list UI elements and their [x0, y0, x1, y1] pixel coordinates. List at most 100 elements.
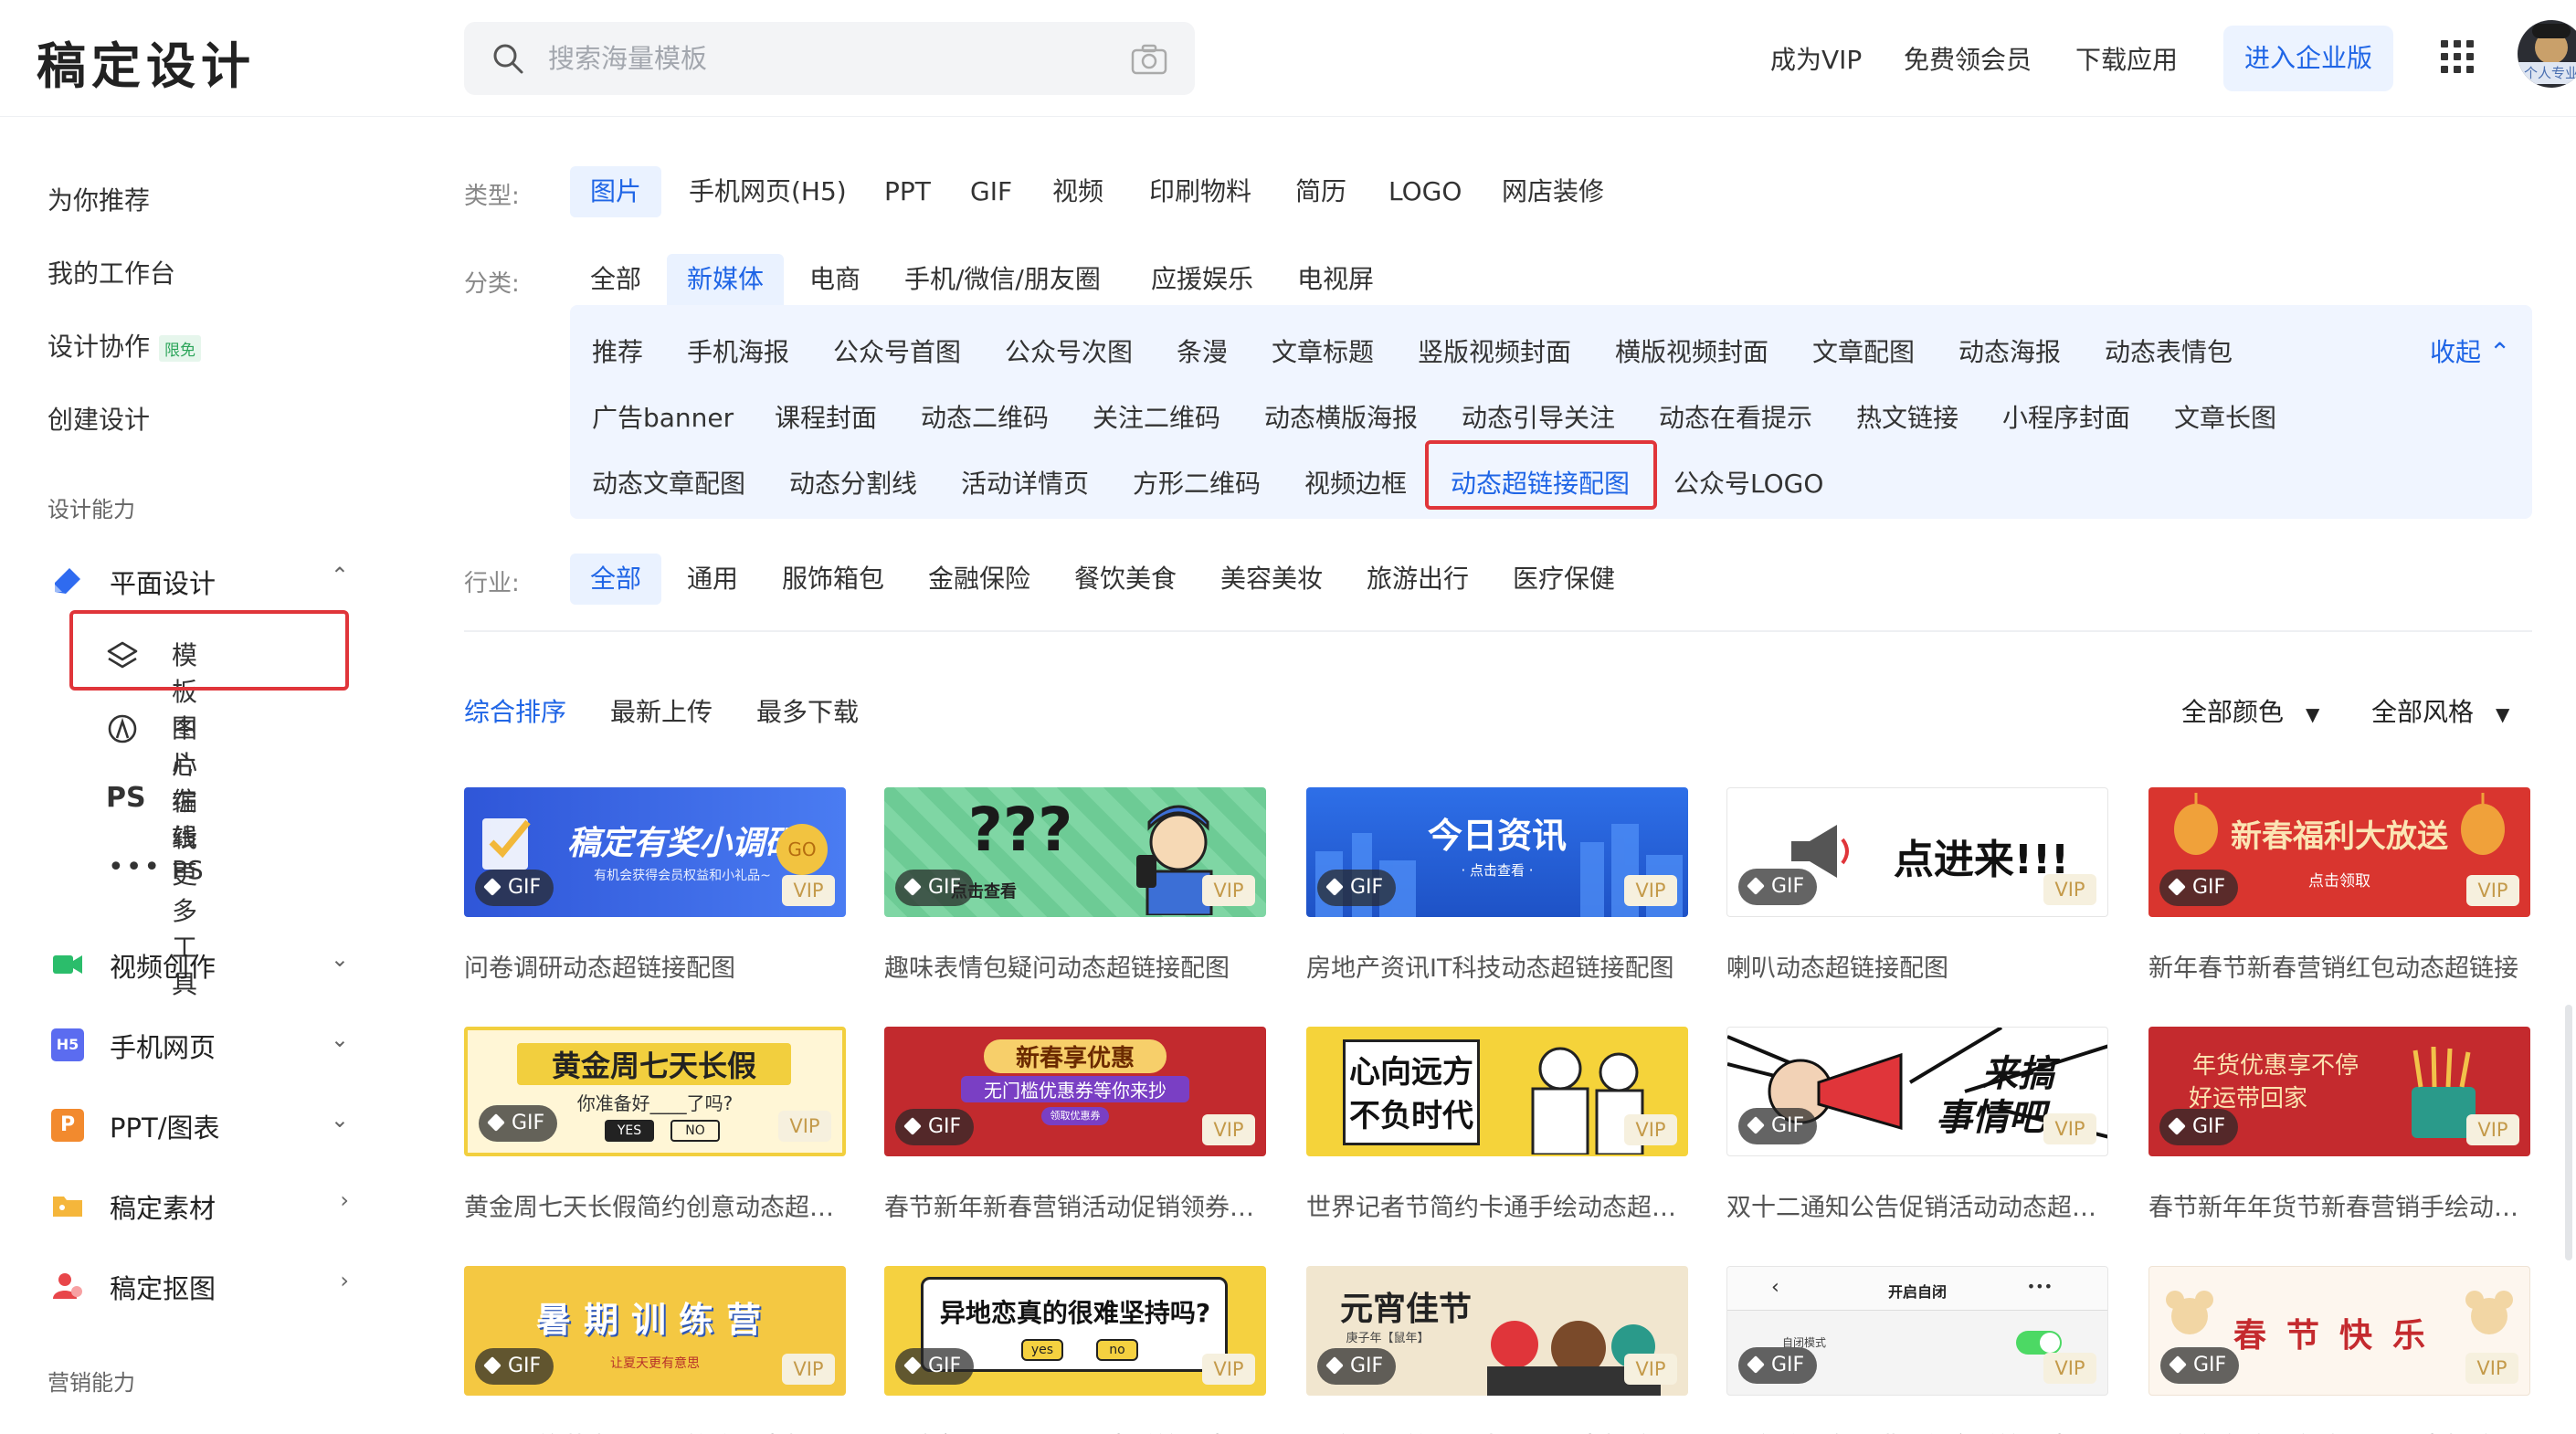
- subcat-item[interactable]: 动态分割线: [789, 464, 917, 501]
- template-card[interactable]: 心向远方 不负时代 GIF VIP 世界记者节简约卡通手绘动态超链接配图: [1306, 1027, 1699, 1222]
- template-card[interactable]: 新春福利大放送 点击领取 GIF VIP 新年春节新春营销红包动态超链接: [2148, 787, 2530, 983]
- subcat-item[interactable]: 课程封面: [775, 398, 877, 435]
- free-membership-link[interactable]: 免费领会员: [1904, 40, 2032, 77]
- sort-comprehensive[interactable]: 综合排序: [464, 692, 566, 729]
- template-card[interactable]: ??? 点击查看 GIF VIP 趣味表情包疑问动态超链接配图: [884, 787, 1266, 983]
- template-title[interactable]: 开启关闭自闭模式创意手绘动态超链接配图: [1726, 1427, 2119, 1434]
- type-chip-image[interactable]: 图片: [570, 166, 662, 217]
- group-ppt[interactable]: P PPT/图表 ⌄: [48, 1103, 349, 1149]
- search-input[interactable]: [548, 22, 1096, 95]
- template-thumbnail[interactable]: ‹ 开启自闭 ••• 自闭模式 GIF VIP: [1726, 1266, 2108, 1396]
- subcat-item[interactable]: 公众号次图: [1005, 332, 1133, 369]
- subcat-item[interactable]: 视频边框: [1304, 464, 1407, 501]
- subcat-item[interactable]: 关注二维码: [1093, 398, 1220, 435]
- template-thumbnail[interactable]: 异地恋真的很难坚持吗? yes no GIF VIP: [884, 1266, 1266, 1396]
- template-thumbnail[interactable]: 心向远方 不负时代 GIF VIP: [1306, 1027, 1688, 1156]
- template-title[interactable]: 趣味表情包疑问动态超链接配图: [884, 948, 1277, 984]
- template-thumbnail[interactable]: 年货优惠享不停 好运带回家 GIF VIP: [2148, 1027, 2530, 1156]
- industry-chip-all[interactable]: 全部: [570, 554, 662, 605]
- template-title[interactable]: 世界记者节简约卡通手绘动态超链接配图: [1306, 1187, 1699, 1223]
- subcat-item[interactable]: 活动详情页: [961, 464, 1089, 501]
- template-thumbnail[interactable]: 黄金周七天长假 你准备好____了吗? YES NO GIF VIP: [464, 1027, 846, 1156]
- subcat-item[interactable]: 动态表情包: [2105, 332, 2233, 369]
- sidebar-item-workspace[interactable]: 我的工作台: [48, 254, 175, 290]
- template-card[interactable]: 来搞 事情吧 GIF VIP 双十二通知公告促销活动动态超链接配图: [1726, 1027, 2119, 1222]
- subcat-item[interactable]: 文章标题: [1272, 332, 1374, 369]
- subcat-item[interactable]: 动态横版海报: [1264, 398, 1418, 435]
- subcat-item[interactable]: 竖版视频封面: [1418, 332, 1571, 369]
- template-card[interactable]: 元宵佳节 庚子年【鼠年】 GIF VIP 元宵节传统习俗中国风动态超链接配图: [1306, 1266, 1699, 1434]
- template-card[interactable]: 新春享优惠 无门槛优惠券等你来抄 领取优惠券 GIF VIP 春节新年新春营销活…: [884, 1027, 1277, 1222]
- template-thumbnail[interactable]: ??? 点击查看 GIF VIP: [884, 787, 1266, 917]
- template-thumbnail[interactable]: 稿定有奖小调研 有机会获得会员权益和小礼品~ GO GIF VIP: [464, 787, 846, 917]
- template-title[interactable]: 元宵节传统习俗中国风动态超链接配图: [1306, 1427, 1699, 1434]
- template-thumbnail[interactable]: 来搞 事情吧 GIF VIP: [1726, 1027, 2108, 1156]
- avatar[interactable]: 个人专业: [2518, 20, 2576, 88]
- industry-chip[interactable]: 通用: [667, 554, 758, 605]
- template-title[interactable]: 新年春节新春营销红包动态超链接: [2148, 948, 2541, 984]
- subcat-item[interactable]: 文章长图: [2174, 398, 2276, 435]
- group-graphic-design[interactable]: 平面设计 ⌃: [48, 559, 349, 605]
- industry-chip[interactable]: 服饰箱包: [762, 554, 904, 605]
- template-thumbnail[interactable]: 春节快乐 GIF VIP: [2148, 1266, 2530, 1396]
- template-thumbnail[interactable]: 暑期训练营 让夏天更有意思 GIF VIP: [464, 1266, 846, 1396]
- industry-chip[interactable]: 旅游出行: [1346, 554, 1489, 605]
- template-title[interactable]: 鼠年新年春节新春祝福动态超链接配图: [2148, 1427, 2541, 1434]
- page-scrollbar[interactable]: [2565, 1005, 2572, 1260]
- subcat-item[interactable]: 小程序封面: [2002, 398, 2130, 435]
- template-thumbnail[interactable]: 新春享优惠 无门槛优惠券等你来抄 领取优惠券 GIF VIP: [884, 1027, 1266, 1156]
- category-chip-mobile[interactable]: 手机/微信/朋友圈: [884, 254, 1121, 305]
- industry-chip[interactable]: 医疗保健: [1493, 554, 1635, 605]
- template-thumbnail[interactable]: 新春福利大放送 点击领取 GIF VIP: [2148, 787, 2530, 917]
- brand-logo[interactable]: 稿定设计: [37, 26, 256, 98]
- subcat-item[interactable]: 文章配图: [1812, 332, 1915, 369]
- category-chip-ecommerce[interactable]: 电商: [789, 254, 881, 305]
- template-card[interactable]: 异地恋真的很难坚持吗? yes no GIF VIP 异地恋话题公众号动态手绘动…: [884, 1266, 1277, 1434]
- template-card[interactable]: 暑期训练营 让夏天更有意思 GIF VIP 暑期训练营卡通可爱简约动态超链接配图: [464, 1266, 857, 1434]
- type-chip-gif[interactable]: GIF: [950, 166, 1032, 217]
- industry-chip[interactable]: 美容美妆: [1200, 554, 1343, 605]
- template-card[interactable]: 今日资讯 · 点击查看 · GIF VIP 房地产资讯IT科技动态超链接配图: [1306, 787, 1688, 983]
- template-title[interactable]: 房地产资讯IT科技动态超链接配图: [1306, 948, 1699, 984]
- group-cutout[interactable]: 稿定抠图 ›: [48, 1264, 349, 1310]
- subcat-item[interactable]: 方形二维码: [1133, 464, 1261, 501]
- template-card[interactable]: 点进来!!! GIF VIP 喇叭动态超链接配图: [1726, 787, 2108, 983]
- template-thumbnail[interactable]: 今日资讯 · 点击查看 · GIF VIP: [1306, 787, 1688, 917]
- type-chip-shop[interactable]: 网店装修: [1482, 166, 1624, 217]
- sort-newest[interactable]: 最新上传: [610, 692, 713, 729]
- template-title[interactable]: 问卷调研动态超链接配图: [464, 948, 857, 984]
- subcat-item[interactable]: 动态海报: [1958, 332, 2061, 369]
- template-card[interactable]: 春节快乐 GIF VIP 鼠年新年春节新春祝福动态超链接配图: [2148, 1266, 2541, 1434]
- category-chip-all[interactable]: 全部: [570, 254, 661, 305]
- search-bar[interactable]: [464, 22, 1195, 95]
- template-thumbnail[interactable]: 元宵佳节 庚子年【鼠年】 GIF VIP: [1306, 1266, 1688, 1396]
- subcat-item[interactable]: 横版视频封面: [1615, 332, 1768, 369]
- category-chip-fandom[interactable]: 应援娱乐: [1131, 254, 1273, 305]
- type-chip-resume[interactable]: 简历: [1275, 166, 1367, 217]
- apps-grid-icon[interactable]: [2441, 40, 2474, 73]
- sidebar-item-create[interactable]: 创建设计: [48, 400, 150, 437]
- download-app-link[interactable]: 下载应用: [2075, 40, 2178, 77]
- industry-chip[interactable]: 餐饮美食: [1054, 554, 1197, 605]
- group-h5[interactable]: H5 手机网页 ⌄: [48, 1023, 349, 1069]
- type-chip-ppt[interactable]: PPT: [864, 166, 951, 217]
- subcat-item[interactable]: 动态引导关注: [1462, 398, 1615, 435]
- template-title[interactable]: 喇叭动态超链接配图: [1726, 948, 2119, 984]
- industry-chip[interactable]: 金融保险: [908, 554, 1050, 605]
- color-filter-dropdown[interactable]: 全部颜色 ▼: [2181, 692, 2319, 729]
- enterprise-button[interactable]: 进入企业版: [2223, 26, 2393, 91]
- camera-icon[interactable]: [1131, 44, 1167, 75]
- subcat-item[interactable]: 手机海报: [687, 332, 789, 369]
- subcat-item[interactable]: 广告banner: [592, 398, 734, 435]
- subcat-item[interactable]: 热文链接: [1856, 398, 1958, 435]
- become-vip-link[interactable]: 成为VIP: [1770, 40, 1862, 77]
- subcat-item[interactable]: 公众号首图: [833, 332, 961, 369]
- template-title[interactable]: 黄金周七天长假简约创意动态超链接配图: [464, 1187, 857, 1223]
- sidebar-item-collaboration[interactable]: 设计协作 限免: [48, 327, 202, 364]
- style-filter-dropdown[interactable]: 全部风格 ▼: [2371, 692, 2509, 729]
- collapse-button[interactable]: 收起 ⌃: [2430, 332, 2510, 369]
- template-title[interactable]: 春节新年年货节新春营销手绘动态超链接配图: [2148, 1187, 2541, 1223]
- template-card[interactable]: 稿定有奖小调研 有机会获得会员权益和小礼品~ GO GIF VIP 问卷调研动态…: [464, 787, 846, 983]
- template-title[interactable]: 春节新年新春营销活动促销领券动态超链接配图: [884, 1187, 1277, 1223]
- type-chip-print[interactable]: 印刷物料: [1129, 166, 1272, 217]
